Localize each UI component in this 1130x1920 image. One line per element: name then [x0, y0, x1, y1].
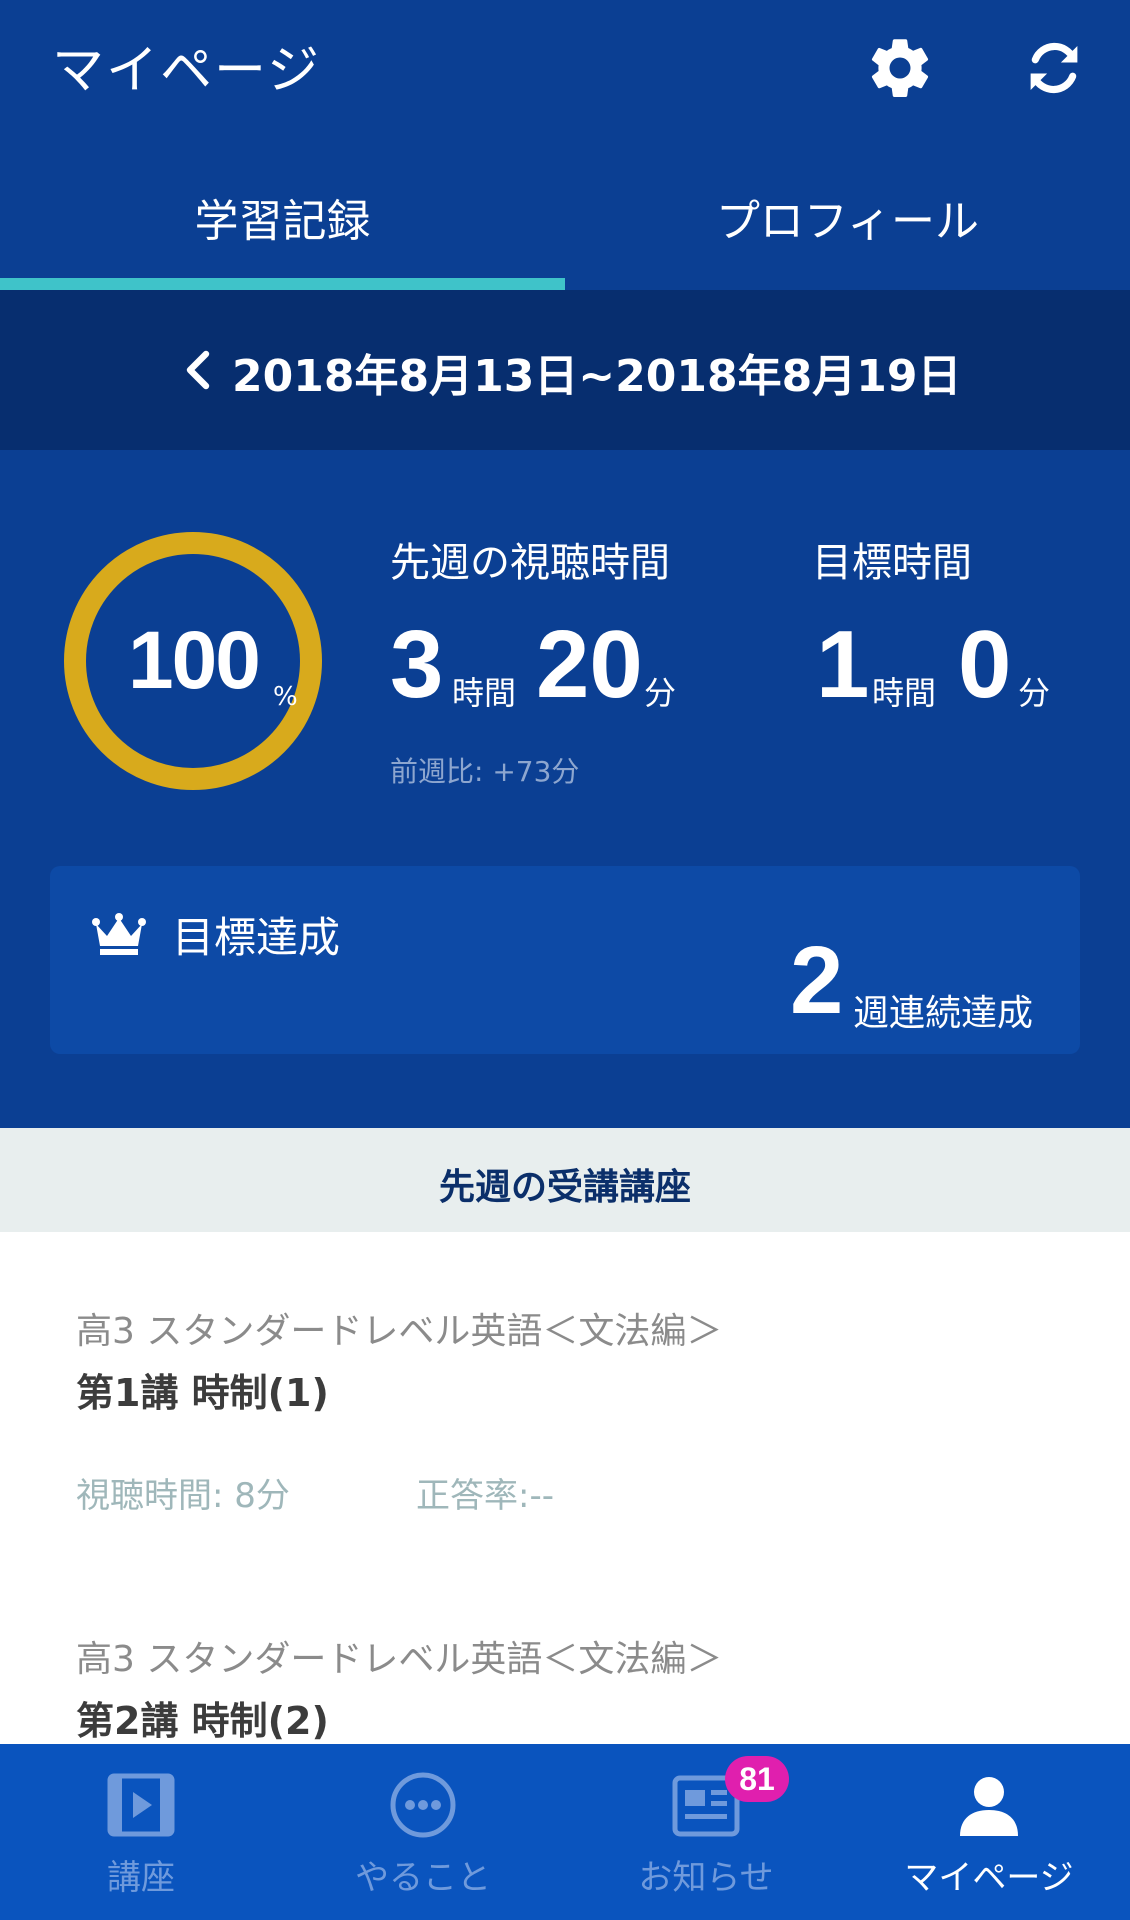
course-series: 高3 スタンダードレベル英語＜文法編＞: [76, 1639, 723, 1680]
achievement-percent: 100: [128, 615, 261, 706]
week-comparison: 前週比: +73分: [390, 755, 580, 788]
nav-item-courses[interactable]: 講座: [0, 1744, 282, 1920]
course-title: 第1講 時制(1): [76, 1371, 329, 1415]
nav-label: マイページ: [904, 1858, 1074, 1898]
course-title: 第2講 時制(2): [76, 1699, 329, 1743]
nav-item-news[interactable]: 81 お知らせ: [565, 1744, 847, 1920]
app-header: マイページ: [0, 0, 1130, 130]
section-title: 先週の受講講座: [438, 1167, 691, 1208]
target-time-label: 目標時間: [812, 540, 972, 586]
target-hours-unit: 時間: [872, 674, 937, 712]
nav-label: やること: [355, 1858, 491, 1898]
notification-badge: 81: [725, 1756, 789, 1802]
week-range-label: 2018年8月13日~2018年8月19日: [232, 351, 962, 402]
gear-icon[interactable]: [862, 30, 938, 106]
target-minutes: 0: [958, 611, 1012, 718]
crown-icon: [92, 913, 146, 955]
refresh-icon[interactable]: [1016, 30, 1092, 106]
course-accuracy: 正答率:--: [416, 1476, 554, 1516]
active-tab-indicator: [0, 278, 565, 290]
video-icon: [107, 1773, 175, 1837]
tab-study-record[interactable]: 学習記録: [0, 185, 565, 249]
streak-unit: 週連続達成: [853, 993, 1034, 1034]
course-series: 高3 スタンダードレベル英語＜文法編＞: [76, 1311, 723, 1352]
bottom-nav: 講座 やること 81 お知らせ マイページ: [0, 1744, 1130, 1920]
nav-label: 講座: [107, 1858, 175, 1898]
course-list-item[interactable]: 高3 スタンダードレベル英語＜文法編＞ 第1講 時制(1) 視聴時間: 8分 正…: [0, 1232, 1130, 1562]
streak-count: 2: [790, 927, 844, 1034]
section-header: 先週の受講講座: [0, 1128, 1130, 1232]
user-icon: [960, 1777, 1018, 1836]
refresh-icon-graphic: [1030, 42, 1078, 94]
tab-bar: 学習記録 プロフィール: [0, 130, 1130, 290]
watch-time-label: 先週の視聴時間: [390, 540, 670, 586]
goal-title: 目標達成: [172, 913, 341, 962]
watch-minutes: 20: [536, 611, 643, 718]
chevron-left-icon[interactable]: [172, 342, 222, 398]
chevron-left-graphic: [186, 350, 210, 390]
watch-hours: 3: [390, 611, 444, 718]
page-title: マイページ: [52, 41, 321, 101]
goal-achievement-card: 目標達成 2 週連続達成: [50, 866, 1080, 1054]
tab-profile[interactable]: プロフィール: [565, 185, 1130, 249]
course-watch-time: 視聴時間: 8分: [76, 1476, 290, 1516]
nav-item-mypage[interactable]: マイページ: [848, 1744, 1130, 1920]
watch-minutes-unit: 分: [644, 674, 677, 712]
target-hours: 1: [816, 611, 870, 718]
gear-icon-graphic: [871, 39, 929, 98]
nav-label: お知らせ: [638, 1858, 774, 1898]
more-icon: [390, 1772, 456, 1838]
target-minutes-unit: 分: [1018, 674, 1051, 712]
study-summary: 100 % 先週の視聴時間 3 時間 20 分 前週比: +73分 目標時間 1…: [0, 450, 1130, 1128]
watch-hours-unit: 時間: [452, 674, 517, 712]
achievement-unit: %: [273, 682, 298, 712]
week-selector: 2018年8月13日~2018年8月19日: [0, 290, 1130, 450]
nav-item-todo[interactable]: やること: [282, 1744, 564, 1920]
